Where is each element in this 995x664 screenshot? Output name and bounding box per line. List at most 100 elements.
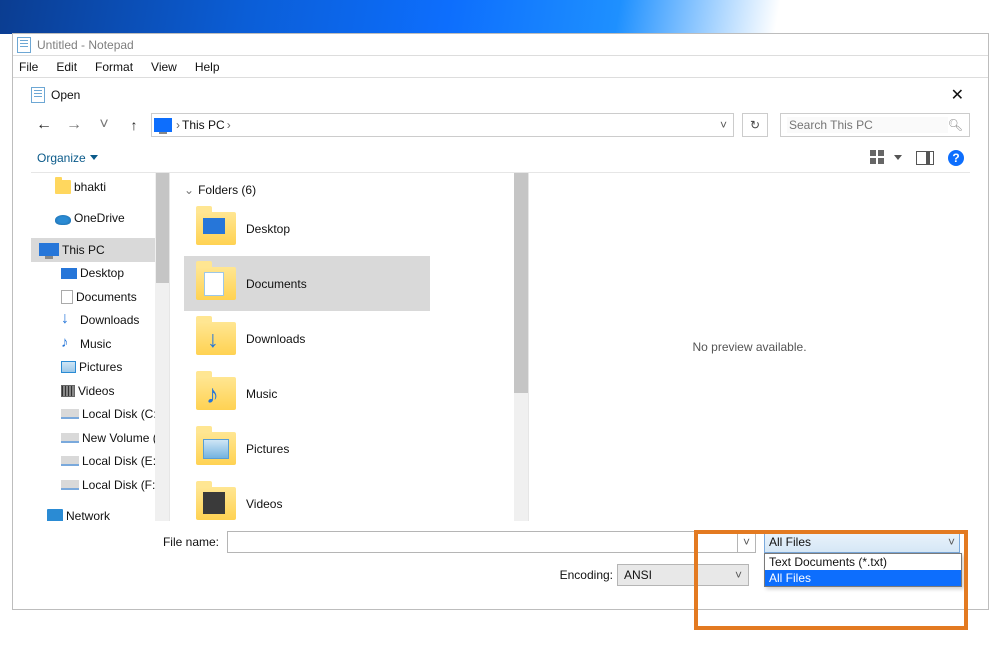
menu-help[interactable]: Help xyxy=(195,60,220,74)
file-type-combo[interactable]: All Files ˅ Text Documents (*.txt) All F… xyxy=(764,531,960,553)
dialog-icon xyxy=(31,87,45,103)
chevron-down-icon xyxy=(90,155,98,160)
folder-documents[interactable]: Documents xyxy=(184,256,430,311)
address-history-button[interactable]: ˅ xyxy=(716,118,731,132)
refresh-button[interactable]: ↻ xyxy=(742,113,768,137)
nav-up-button[interactable]: ↑ xyxy=(121,117,147,133)
folder-videos[interactable]: Videos xyxy=(184,476,430,531)
sidebar-scrollbar[interactable] xyxy=(155,173,169,521)
preview-text: No preview available. xyxy=(692,340,806,354)
menu-edit[interactable]: Edit xyxy=(56,60,77,74)
scrollbar-thumb[interactable] xyxy=(156,173,169,283)
sidebar-item-label: Music xyxy=(80,337,111,351)
pictures-icon xyxy=(61,361,76,373)
folder-label: Music xyxy=(246,387,277,401)
downloads-folder-icon xyxy=(196,322,236,355)
address-bar[interactable]: › This PC › ˅ xyxy=(151,113,734,137)
download-icon: ↓ xyxy=(61,313,77,327)
document-icon xyxy=(61,290,73,304)
group-title: Folders (6) xyxy=(198,183,256,197)
notepad-icon xyxy=(17,37,31,53)
thumbnails-icon xyxy=(870,150,886,166)
breadcrumb[interactable]: This PC xyxy=(182,118,225,132)
search-input[interactable]: 🔍︎ xyxy=(780,113,970,137)
chevron-down-icon: ˅ xyxy=(735,568,742,582)
sidebar-item-label: Downloads xyxy=(80,313,139,327)
sidebar[interactable]: bhakti OneDrive This PC Desktop xyxy=(31,173,169,521)
titlebar[interactable]: Untitled - Notepad xyxy=(13,34,988,56)
search-field[interactable] xyxy=(787,117,948,133)
sidebar-item-disk-d[interactable]: New Volume (D: xyxy=(31,426,169,450)
sidebar-item-bhakti[interactable]: bhakti xyxy=(31,175,169,199)
sidebar-item-music[interactable]: ♪ Music xyxy=(31,332,169,356)
organize-button[interactable]: Organize xyxy=(37,151,98,165)
sidebar-item-disk-e[interactable]: Local Disk (E:) xyxy=(31,450,169,474)
menu-file[interactable]: File xyxy=(19,60,38,74)
sidebar-item-label: Desktop xyxy=(80,266,124,280)
disk-icon xyxy=(61,433,79,443)
encoding-label: Encoding: xyxy=(41,568,617,582)
folder-icon xyxy=(55,180,71,194)
sidebar-item-videos[interactable]: Videos xyxy=(31,379,169,403)
music-folder-icon xyxy=(196,377,236,410)
sidebar-item-label: This PC xyxy=(62,243,105,257)
sidebar-item-label: Pictures xyxy=(79,360,122,374)
sidebar-item-disk-c[interactable]: Local Disk (C:) xyxy=(31,403,169,427)
disk-icon xyxy=(61,480,79,490)
sidebar-item-downloads[interactable]: ↓ Downloads xyxy=(31,309,169,333)
chevron-right-icon[interactable]: › xyxy=(227,118,231,132)
sidebar-item-onedrive[interactable]: OneDrive xyxy=(31,207,169,231)
sidebar-item-label: OneDrive xyxy=(74,211,125,225)
nav-recent-button[interactable]: ˅ xyxy=(91,116,117,134)
chevron-right-icon[interactable]: › xyxy=(176,118,180,132)
sidebar-item-network[interactable]: Network xyxy=(31,505,169,522)
content-pane[interactable]: ⌄ Folders (6) Desktop Documents Download… xyxy=(169,173,529,521)
pc-icon xyxy=(39,243,59,256)
nav-bar: ← → ˅ ↑ › This PC › ˅ ↻ 🔍︎ xyxy=(31,107,970,143)
folder-desktop[interactable]: Desktop xyxy=(184,201,430,256)
sidebar-item-disk-f[interactable]: Local Disk (F:) xyxy=(31,473,169,497)
chevron-down-icon: ⌄ xyxy=(184,183,194,197)
view-options-button[interactable] xyxy=(870,150,902,166)
sidebar-item-this-pc[interactable]: This PC xyxy=(31,238,169,262)
folder-music[interactable]: Music xyxy=(184,366,430,421)
pc-icon xyxy=(154,118,172,132)
open-dialog: Open ✕ ← → ˅ ↑ › This PC › ˅ ↻ 🔍︎ Organi xyxy=(31,83,970,599)
notepad-window: Untitled - Notepad File Edit Format View… xyxy=(12,33,989,610)
folder-pictures[interactable]: Pictures xyxy=(184,421,430,476)
window-title: Untitled - Notepad xyxy=(37,38,134,52)
folder-label: Downloads xyxy=(246,332,305,346)
preview-pane: No preview available. xyxy=(529,173,970,521)
menu-format[interactable]: Format xyxy=(95,60,133,74)
folders-group-header[interactable]: ⌄ Folders (6) xyxy=(184,179,522,201)
disk-icon xyxy=(61,409,79,419)
sidebar-item-desktop[interactable]: Desktop xyxy=(31,262,169,286)
onedrive-icon xyxy=(55,215,71,225)
desktop-icon xyxy=(61,268,77,279)
file-name-history-button[interactable]: ˅ xyxy=(738,531,756,553)
file-type-option-all[interactable]: All Files xyxy=(765,570,961,586)
file-type-option-txt[interactable]: Text Documents (*.txt) xyxy=(765,554,961,570)
encoding-combo[interactable]: ANSI ˅ xyxy=(617,564,749,586)
video-icon xyxy=(61,385,75,397)
sidebar-item-documents[interactable]: Documents xyxy=(31,285,169,309)
content-scrollbar[interactable] xyxy=(514,173,528,521)
documents-folder-icon xyxy=(196,267,236,300)
toolbar: Organize ? xyxy=(31,143,970,173)
close-button[interactable]: ✕ xyxy=(945,85,970,105)
dialog-body: bhakti OneDrive This PC Desktop xyxy=(31,173,970,521)
file-name-input[interactable] xyxy=(227,531,738,553)
preview-pane-button[interactable] xyxy=(916,151,934,165)
menu-view[interactable]: View xyxy=(151,60,177,74)
folder-downloads[interactable]: Downloads xyxy=(184,311,430,366)
dialog-bottom: File name: ˅ All Files ˅ Text Documents … xyxy=(31,521,970,599)
nav-back-button[interactable]: ← xyxy=(31,116,57,134)
chevron-down-icon: ˅ xyxy=(948,535,955,549)
network-icon xyxy=(47,509,63,521)
folder-label: Documents xyxy=(246,277,307,291)
dialog-titlebar[interactable]: Open ✕ xyxy=(31,83,970,107)
sidebar-item-pictures[interactable]: Pictures xyxy=(31,356,169,380)
scrollbar-thumb[interactable] xyxy=(514,173,528,393)
help-button[interactable]: ? xyxy=(948,150,964,166)
desktop-background xyxy=(0,0,995,34)
